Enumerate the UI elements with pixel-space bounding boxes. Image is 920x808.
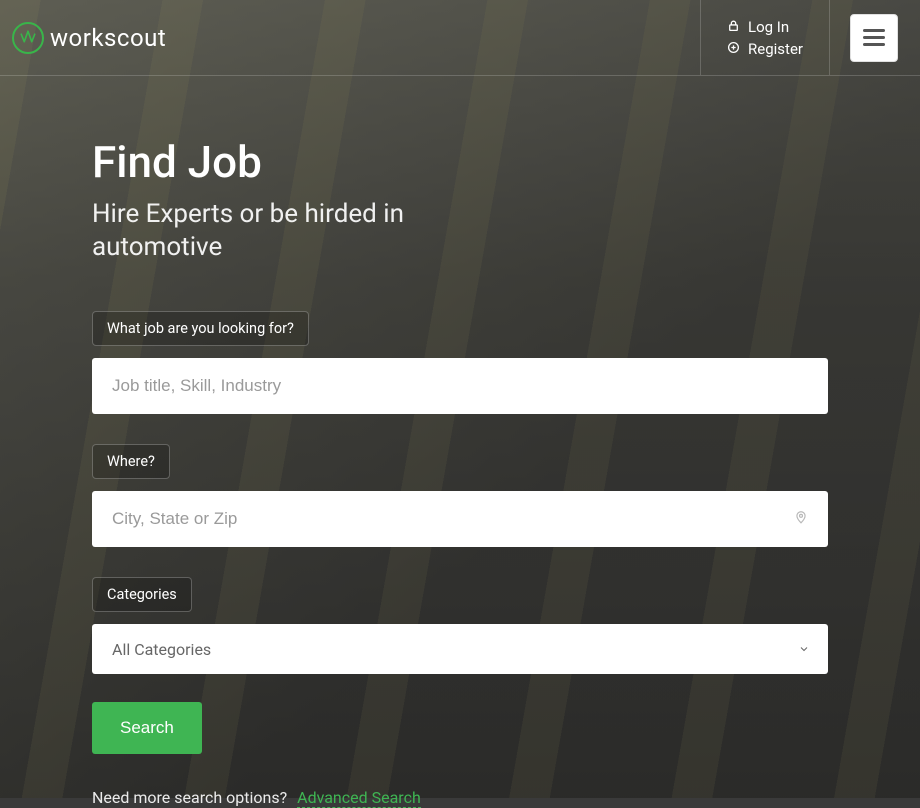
where-field-label: Where? bbox=[92, 444, 170, 479]
auth-menu: Log In Register bbox=[700, 0, 830, 75]
job-title-input[interactable] bbox=[112, 376, 808, 396]
page-subtitle: Hire Experts or be hirded in automotive bbox=[92, 198, 512, 263]
map-pin-icon bbox=[794, 508, 808, 530]
chevron-down-icon bbox=[798, 640, 810, 659]
categories-select[interactable]: All Categories bbox=[92, 624, 828, 674]
job-input-wrap bbox=[92, 358, 828, 414]
login-link[interactable]: Log In bbox=[727, 18, 803, 36]
hero-content: Find Job Hire Experts or be hirded in au… bbox=[0, 76, 920, 807]
site-header: workscout Log In Register bbox=[0, 0, 920, 76]
brand-logo[interactable]: workscout bbox=[12, 22, 166, 54]
search-button[interactable]: Search bbox=[92, 702, 202, 754]
location-input[interactable] bbox=[112, 509, 808, 529]
login-label: Log In bbox=[748, 18, 789, 36]
lock-icon bbox=[727, 18, 740, 36]
advanced-search-link[interactable]: Advanced Search bbox=[297, 788, 421, 808]
register-label: Register bbox=[748, 40, 803, 58]
menu-button[interactable] bbox=[850, 14, 898, 62]
brand-name: workscout bbox=[50, 24, 166, 52]
hamburger-icon bbox=[863, 36, 885, 39]
categories-selected-value: All Categories bbox=[112, 640, 211, 659]
register-link[interactable]: Register bbox=[727, 40, 803, 58]
job-field-label: What job are you looking for? bbox=[92, 311, 309, 346]
plus-circle-icon bbox=[727, 40, 740, 58]
brand-logo-mark-icon bbox=[12, 22, 44, 54]
location-input-wrap bbox=[92, 491, 828, 547]
page-title: Find Job bbox=[92, 136, 828, 188]
categories-field-label: Categories bbox=[92, 577, 192, 612]
